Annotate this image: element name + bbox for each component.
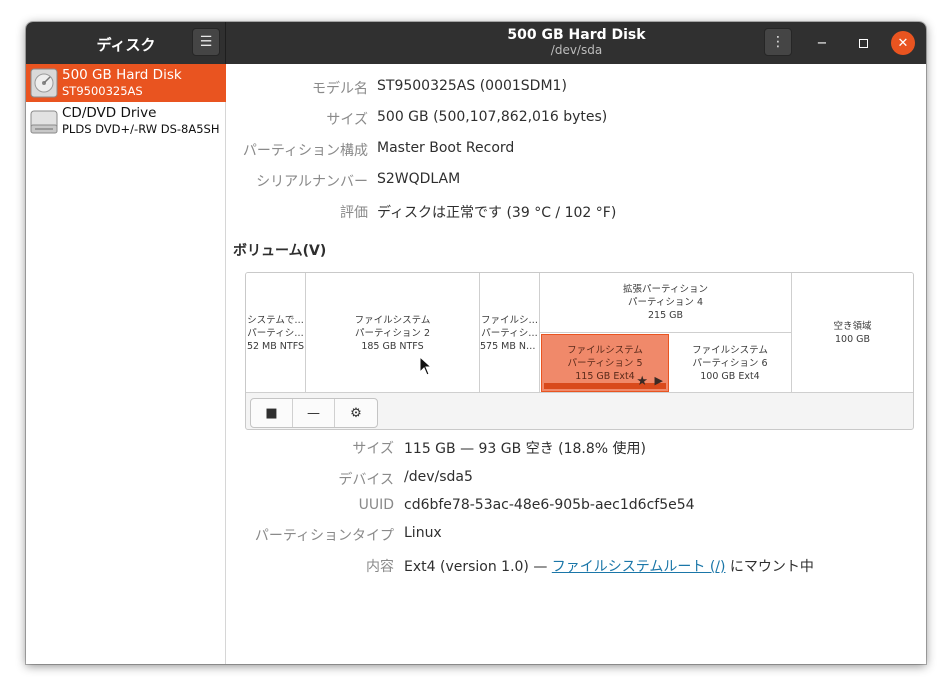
delete-partition-button[interactable]: — [293,399,335,427]
extended-partition-4[interactable]: 拡張パーティション パーティション 4 215 GB [540,273,792,333]
mounted-play-icon: ▶ [654,374,663,387]
partition-number: パーティシ… [481,327,538,339]
disk-details: モデル名 ST9500325AS (0001SDM1) サイズ 500 GB (… [227,64,926,664]
partition-size-value: 115 GB — 93 GB 空き (18.8% 使用) [404,441,646,457]
drive-name: CD/DVD Drive [62,105,157,121]
partition-label: ファイルシ… [480,314,538,326]
partition-size: 115 GB Ext4 [575,371,635,382]
partition-size: 100 GB Ext4 [700,370,760,382]
partition-map: システムで… パーティシ… 52 MB NTFS ファイルシステム パーティショ… [246,273,913,393]
star-icon: ★ [636,374,648,389]
partition-type-value: Linux [404,525,442,541]
hard-disk-icon [30,68,58,98]
model-value: ST9500325AS (0001SDM1) [377,78,567,94]
contents-label: 内容 [366,559,394,575]
partition-number: パーティシ… [247,327,304,339]
contents-value: Ext4 (version 1.0) — ファイルシステムルート (/) にマウ… [404,556,814,576]
mouse-pointer-icon [419,356,433,376]
partition-text: ファイルシステム パーティション 5 115 GB Ext4 [542,344,668,383]
partition-size: 100 GB [834,334,871,345]
minus-icon: — [307,405,320,421]
drive-options-button[interactable]: ⋮ [764,28,792,56]
drive-item-hard-disk[interactable]: 500 GB Hard Disk ST9500325AS [26,64,226,102]
partition-options-button[interactable]: ⚙ [335,399,377,427]
model-label: モデル名 [312,81,368,97]
headerbar: ディスク ☰ 500 GB Hard Disk /dev/sda ⋮ − ✕ [26,22,926,64]
drive-model: PLDS DVD+/-RW DS-8A5SH [62,122,220,136]
device-value: /dev/sda5 [404,469,473,485]
kebab-menu-icon: ⋮ [771,34,785,50]
drive-model: ST9500325AS [62,84,143,98]
partition-label: ファイルシステム [567,345,643,356]
partition-number: パーティション 4 [628,297,703,308]
partition-size: 575 MB NT… [480,340,539,352]
hamburger-menu-icon: ☰ [199,34,213,50]
size-label: サイズ [326,112,368,128]
assessment-label: 評価 [340,205,368,221]
partition-size: 215 GB [647,310,684,321]
free-space[interactable]: 空き領域 100 GB [792,273,913,393]
minimize-button[interactable]: − [810,31,834,55]
serial-value: S2WQDLAM [377,171,461,187]
partition-2[interactable]: ファイルシステム パーティション 2 185 GB NTFS [306,273,480,393]
volume-grid: システムで… パーティシ… 52 MB NTFS ファイルシステム パーティショ… [245,272,914,430]
contents-prefix: Ext4 (version 1.0) — [404,559,552,575]
maximize-icon [858,38,868,48]
app-menu-button[interactable]: ☰ [192,28,220,56]
partition-size-label: サイズ [352,441,394,457]
drive-name: 500 GB Hard Disk [62,67,182,83]
partition-label: 空き領域 [833,321,872,332]
close-icon: ✕ [897,35,909,51]
drive-list: 500 GB Hard Disk ST9500325AS CD/DVD Driv… [26,64,226,664]
maximize-button[interactable] [851,31,875,55]
device-label: デバイス [338,472,394,488]
drive-item-cd-dvd[interactable]: CD/DVD Drive PLDS DVD+/-RW DS-8A5SH [26,102,226,140]
partition-number: パーティション 2 [355,327,430,339]
unmount-button[interactable]: ■ [251,399,293,427]
headerbar-sidebar-section: ディスク ☰ [26,22,226,64]
assessment-value: ディスクは正常です (39 °C / 102 °F) [377,205,617,221]
volume-toolbar: ■ — ⚙ [250,398,378,428]
minimize-icon: − [816,35,828,51]
partition-number: パーティション 5 [567,358,643,369]
contents-suffix: にマウント中 [725,559,814,575]
uuid-label: UUID [358,497,394,513]
partition-size: 52 MB NTFS [246,340,305,352]
size-value: 500 GB (500,107,862,016 bytes) [377,109,608,125]
partition-3[interactable]: ファイルシ… パーティシ… 575 MB NT… [480,273,540,393]
partition-1[interactable]: システムで… パーティシ… 52 MB NTFS [246,273,306,393]
close-button[interactable]: ✕ [891,31,915,55]
partitioning-value: Master Boot Record [377,140,515,156]
partition-6[interactable]: ファイルシステム パーティション 6 100 GB Ext4 [669,333,792,393]
optical-drive-icon [30,110,58,134]
partitioning-label: パーティション構成 [242,143,368,159]
partition-number: パーティション 6 [692,357,768,369]
serial-label: シリアルナンバー [256,174,368,190]
partition-label: ファイルシステム [354,314,431,326]
uuid-value: cd6bfe78-53ac-48e6-905b-aec1d6cf5e54 [404,497,695,513]
partition-type-label: パーティションタイプ [254,528,394,544]
volumes-title: ボリューム(V) [233,243,327,259]
gears-icon: ⚙ [350,405,362,421]
partition-label: システムで… [247,314,304,326]
partition-label: ファイルシステム [692,344,768,356]
partition-size: 185 GB NTFS [361,340,424,352]
partition-label: 拡張パーティション [623,284,708,295]
filesystem-root-link[interactable]: ファイルシステムルート (/) [552,559,726,575]
disks-window: ディスク ☰ 500 GB Hard Disk /dev/sda ⋮ − ✕ 5… [26,22,926,664]
stop-icon: ■ [265,405,278,421]
partition-5-selected[interactable]: ファイルシステム パーティション 5 115 GB Ext4 ★ ▶ [541,334,669,392]
